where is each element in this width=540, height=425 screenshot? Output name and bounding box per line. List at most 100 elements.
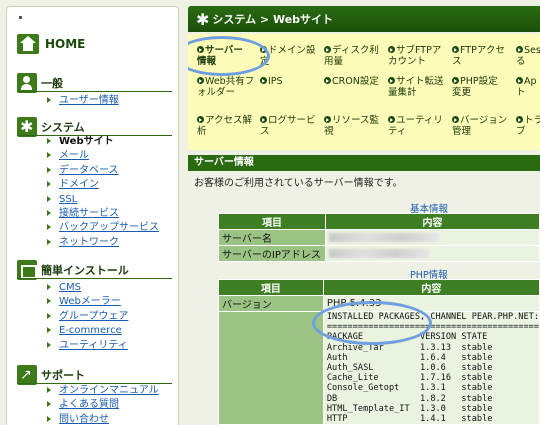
menu-label: カウント	[388, 56, 427, 67]
bullet-icon	[47, 166, 51, 173]
package-icon	[17, 260, 37, 280]
table-row: INSTALLED PACKAGES, CHANNEL PEAR.PHP.NET…	[218, 310, 540, 425]
table-header-row: 項目 内容	[218, 279, 540, 296]
nav-item-label: ユーザー情報	[59, 95, 119, 106]
bullet-icon	[47, 138, 51, 144]
menu-cron[interactable]: CRON設定	[324, 76, 388, 87]
pear-package-list: INSTALLED PACKAGES, CHANNEL PEAR.PHP.NET…	[322, 310, 540, 425]
nav-item-faq[interactable]: よくある質問	[47, 398, 159, 412]
nav-item-mail[interactable]: メール	[47, 149, 159, 163]
pear-package: Cache_Lite 1.7.16 stable	[326, 373, 493, 384]
menu-ses[interactable]: Ses る	[516, 45, 540, 67]
menu-label: CRON設定	[332, 76, 379, 87]
menu-label: 管理	[452, 126, 472, 137]
menu-label: ブ	[516, 126, 526, 137]
menu-label: 用量	[324, 56, 344, 67]
pear-package: Auth 1.6.4 stable	[326, 352, 493, 363]
pear-package: Archive_Tar 1.3.13 stable	[326, 342, 493, 353]
menu-label: 定	[260, 56, 270, 67]
nav-item-domain[interactable]: ドメイン	[47, 178, 159, 192]
menu-log-service[interactable]: ログサービス	[260, 115, 324, 137]
menu-label: Ap	[524, 76, 537, 87]
gear-icon	[17, 117, 37, 137]
nav-item-ecommerce[interactable]: E-commerce	[47, 324, 128, 338]
menu-label: リソース監	[332, 115, 380, 126]
menu-label: サーバー	[205, 45, 243, 56]
menu-utility[interactable]: ユーティリ ティ	[388, 115, 452, 137]
menu-label: る	[516, 56, 526, 67]
menu-server-info[interactable]: サーバー 情報	[197, 45, 261, 67]
bullet-icon	[47, 284, 51, 290]
menu-disk-usage[interactable]: ディスク利 用量	[324, 45, 388, 67]
nav-item-manual[interactable]: オンラインマニュアル	[47, 384, 159, 398]
redacted-value	[329, 232, 439, 242]
nav-item-utility[interactable]: ユーティリティ	[47, 339, 128, 353]
section-heading-bar: サーバー情報	[188, 155, 540, 171]
home-link[interactable]: HOME	[17, 33, 85, 55]
nav-item-backup[interactable]: バックアップサービス	[47, 221, 159, 235]
menu-label: ス	[452, 56, 462, 67]
menu-label: ス	[260, 126, 270, 137]
section-general-title: 一般	[41, 77, 63, 90]
row-value-version: PHP 5.4.33	[322, 295, 540, 312]
bullet-icon	[47, 298, 51, 305]
menu-access-analysis[interactable]: アクセス解析	[197, 115, 261, 137]
bullet-icon	[47, 224, 51, 231]
menu-version-control[interactable]: バージョン 管理	[452, 115, 516, 137]
arrow-bullet-icon	[260, 77, 267, 84]
menu-ap[interactable]: Ap ト	[516, 76, 540, 98]
row-label-version: バージョン	[218, 295, 324, 312]
nav-item-contact[interactable]: 問い合わせ	[47, 413, 159, 425]
menu-site-transfer[interactable]: サイト転送 量集計	[388, 76, 452, 98]
nav-item-network[interactable]: ネットワーク	[47, 236, 159, 250]
menu-label: ティ	[388, 126, 407, 137]
home-icon	[17, 34, 39, 54]
nav-item-label: E-commerce	[59, 325, 122, 337]
menu-label: トラ	[524, 115, 540, 126]
table-row: サーバーのIPアドレス	[218, 245, 540, 262]
bullet-icon	[47, 415, 51, 422]
nav-item-user-info[interactable]: ユーザー情報	[47, 94, 119, 108]
nav-item-label: データベース	[59, 164, 119, 176]
menu-ips[interactable]: IPS	[260, 76, 324, 87]
sidebar-dot	[19, 16, 22, 19]
nav-item-webmailer[interactable]: Webメーラー	[47, 295, 128, 309]
arrow-bullet-icon	[452, 77, 459, 84]
menu-ftp-access[interactable]: FTPアクセス	[452, 45, 516, 67]
menu-label: アクセス解	[205, 115, 253, 126]
menu-domain-settings[interactable]: ドメイン設定	[260, 45, 324, 67]
menu-label: Web共有フ	[205, 76, 255, 87]
section-support-title: サポート	[41, 369, 85, 382]
nav-item-label: Webメーラー	[59, 296, 121, 308]
nav-item-groupware[interactable]: グループウェア	[47, 310, 128, 324]
nav-item-ssl[interactable]: SSL	[47, 193, 159, 207]
section-general: 一般	[17, 73, 63, 93]
menu-resource-monitor[interactable]: リソース監視	[324, 115, 388, 137]
nav-item-database[interactable]: データベース	[47, 164, 159, 178]
nav-item-connection[interactable]: 接続サービス	[47, 207, 159, 221]
menu-label: 量集計	[388, 87, 417, 98]
nav-item-label: SSL	[59, 193, 78, 205]
bullet-icon	[47, 195, 51, 202]
menu-sub-ftp[interactable]: サブFTPア カウント	[388, 45, 452, 67]
nav-general: ユーザー情報	[47, 94, 119, 108]
arrow-bullet-icon	[197, 46, 204, 53]
menu-php-settings[interactable]: PHP設定 変更	[452, 76, 516, 98]
main-content: ✱ システム > Webサイト サーバー 情報 ドメイン設定 ディスク利 用量 サブ…	[188, 6, 540, 425]
php-info-table: 項目 内容 バージョン PHP 5.4.33 INSTALLED PACKAGE…	[218, 279, 540, 425]
section-divider	[17, 91, 172, 92]
nav-item-label: ユーティリティ	[59, 339, 128, 351]
pear-package: HTML_Template_IT 1.3.0 stable	[326, 403, 493, 414]
nav-item-label: CMS	[59, 282, 81, 293]
menu-web-shared-folder[interactable]: Web共有フ ォルダー	[197, 76, 261, 98]
menu-label: ユーティリ	[396, 115, 443, 126]
menu-label: ト	[516, 87, 526, 98]
nav-item-website[interactable]: Webサイト	[47, 135, 159, 149]
nav-item-cms[interactable]: CMS	[47, 281, 128, 295]
menu-trouble[interactable]: トラブ	[516, 115, 540, 137]
nav-easy-install: CMS Webメーラー グループウェア E-commerce ユーティリティ	[47, 281, 128, 353]
menu-label: 変更	[452, 87, 472, 98]
menu-label: バージョン	[460, 115, 508, 126]
pear-columns: PACKAGE VERSION STATE	[326, 332, 488, 343]
breadcrumb: システム > Webサイト	[212, 13, 334, 26]
